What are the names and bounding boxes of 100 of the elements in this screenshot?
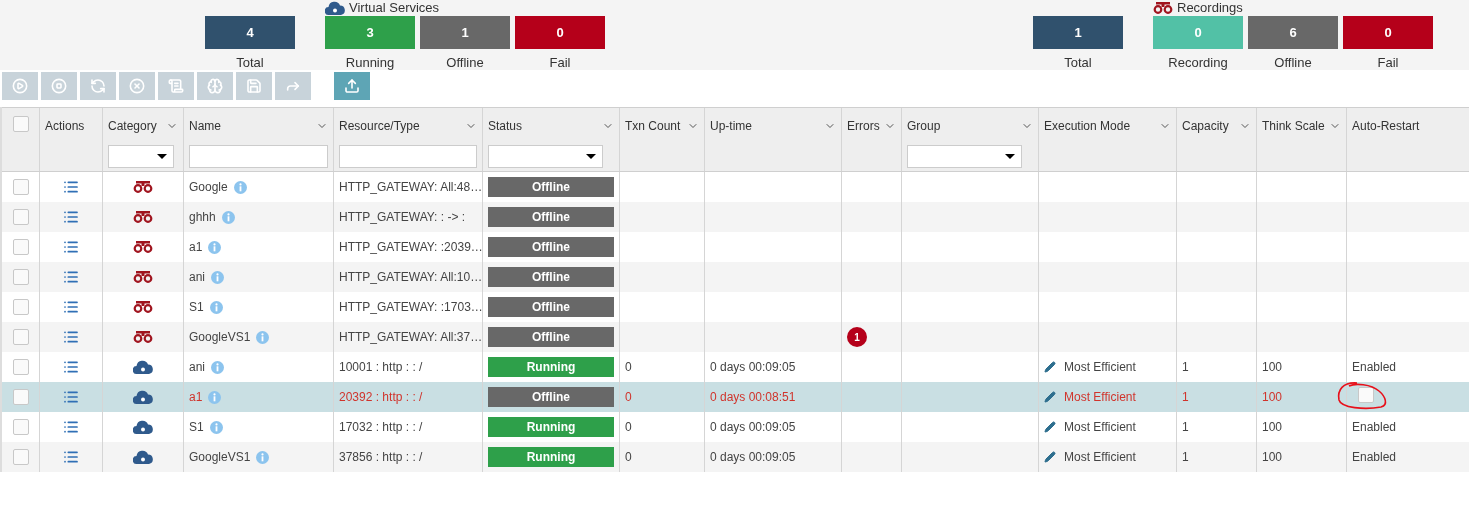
info-icon[interactable] bbox=[256, 330, 270, 344]
txn-count: 0 bbox=[625, 449, 632, 466]
column-header[interactable]: Up-time bbox=[710, 117, 752, 135]
count-tile: 6 bbox=[1248, 16, 1338, 49]
column-header[interactable]: Group bbox=[907, 117, 941, 135]
actions-list-icon[interactable] bbox=[63, 209, 79, 225]
service-name: GoogleVS1 bbox=[189, 449, 251, 466]
row-checkbox[interactable] bbox=[12, 299, 29, 315]
filter-dropdown[interactable] bbox=[108, 145, 174, 168]
auto-restart-text: Enabled bbox=[1352, 419, 1397, 436]
column-header[interactable]: Resource/Type bbox=[339, 117, 420, 135]
edit-icon[interactable] bbox=[1044, 451, 1056, 463]
row-checkbox[interactable] bbox=[12, 329, 29, 345]
auto-restart-checkbox[interactable] bbox=[1358, 386, 1374, 403]
row-checkbox[interactable] bbox=[12, 389, 29, 405]
filter-field[interactable] bbox=[189, 145, 328, 168]
service-name: Google bbox=[189, 179, 228, 196]
capacity-value: 1 bbox=[1182, 359, 1189, 376]
actions-list-icon[interactable] bbox=[63, 389, 79, 405]
edit-icon[interactable] bbox=[1044, 421, 1056, 433]
row-checkbox[interactable] bbox=[12, 359, 29, 375]
toolbar-button[interactable] bbox=[334, 72, 370, 100]
row-checkbox[interactable] bbox=[12, 239, 29, 255]
info-icon[interactable] bbox=[208, 390, 222, 404]
info-icon[interactable] bbox=[221, 210, 235, 224]
status-badge: Offline bbox=[488, 387, 614, 407]
service-name: S1 bbox=[189, 419, 204, 436]
info-icon[interactable] bbox=[211, 360, 224, 374]
refresh-icon bbox=[90, 78, 106, 94]
capacity-value: 1 bbox=[1182, 449, 1189, 466]
column-header[interactable]: Category bbox=[108, 117, 157, 135]
resource-text: HTTP_GATEWAY: : -> : bbox=[339, 209, 466, 226]
row-checkbox[interactable] bbox=[12, 449, 29, 465]
table-row[interactable]: ani HTTP_GATEWAY: All:10… Offline bbox=[2, 262, 1469, 292]
table-row[interactable]: GoogleVS1 37856 : http : : / Running 0 0 days 00:09:05 Most Efficient 1 100 Enabled bbox=[2, 442, 1469, 472]
table-row[interactable]: GoogleVS1 HTTP_GATEWAY: All:37… Offline 1 bbox=[2, 322, 1469, 352]
uptime-text: 0 days 00:09:05 bbox=[710, 419, 796, 436]
resource-text: HTTP_GATEWAY: :1703… bbox=[339, 299, 483, 316]
info-icon[interactable] bbox=[211, 270, 224, 284]
edit-icon[interactable] bbox=[1044, 361, 1056, 373]
error-count-badge[interactable]: 1 bbox=[847, 327, 867, 347]
count-tile: 3 bbox=[325, 16, 415, 49]
resource-text: 17032 : http : : / bbox=[339, 419, 423, 436]
status-badge: Offline bbox=[488, 177, 614, 197]
status-badge: Offline bbox=[488, 237, 614, 257]
filter-dropdown[interactable] bbox=[488, 145, 603, 168]
table-row[interactable]: a1 20392 : http : : / Offline 0 0 days 00:08:51 Most Efficient 1 100 bbox=[2, 382, 1469, 412]
think-scale-value: 100 bbox=[1262, 389, 1283, 406]
actions-list-icon[interactable] bbox=[63, 329, 79, 345]
row-checkbox[interactable] bbox=[12, 179, 29, 195]
info-icon[interactable] bbox=[209, 420, 223, 434]
column-header[interactable]: Auto-Restart bbox=[1352, 117, 1420, 135]
actions-list-icon[interactable] bbox=[63, 359, 79, 375]
resource-text: 20392 : http : : / bbox=[339, 389, 423, 406]
info-icon[interactable] bbox=[209, 300, 223, 314]
info-icon[interactable] bbox=[256, 450, 270, 464]
row-checkbox[interactable] bbox=[12, 209, 29, 225]
row-checkbox[interactable] bbox=[12, 419, 29, 435]
column-header[interactable]: Actions bbox=[45, 117, 85, 135]
capacity-value: 1 bbox=[1182, 389, 1189, 406]
actions-list-icon[interactable] bbox=[63, 449, 79, 465]
count-tile: 1 bbox=[1033, 16, 1123, 49]
edit-icon[interactable] bbox=[1044, 391, 1056, 403]
resource-text: HTTP_GATEWAY: All:37… bbox=[339, 329, 483, 346]
column-header[interactable]: Status bbox=[488, 117, 523, 135]
select-all-checkbox[interactable] bbox=[12, 116, 29, 132]
column-header[interactable]: Capacity bbox=[1182, 117, 1229, 135]
cloud-icon bbox=[133, 450, 153, 464]
column-header[interactable]: Errors bbox=[847, 117, 880, 135]
actions-list-icon[interactable] bbox=[63, 269, 79, 285]
column-header[interactable]: Txn Count bbox=[625, 117, 681, 135]
status-badge: Running bbox=[488, 357, 614, 377]
count-tile: 0 bbox=[1153, 16, 1243, 49]
row-checkbox[interactable] bbox=[12, 269, 29, 285]
actions-list-icon[interactable] bbox=[63, 179, 79, 195]
column-header[interactable]: Name bbox=[189, 117, 221, 135]
filter-field[interactable] bbox=[339, 145, 477, 168]
service-name: GoogleVS1 bbox=[189, 329, 251, 346]
service-name: ani bbox=[189, 269, 205, 286]
resource-text: HTTP_GATEWAY: :2039… bbox=[339, 239, 483, 256]
capacity-value: 1 bbox=[1182, 419, 1189, 436]
actions-list-icon[interactable] bbox=[63, 419, 79, 435]
cloud-icon bbox=[133, 360, 153, 374]
tile-label: Offline bbox=[1274, 54, 1312, 72]
status-badge: Offline bbox=[488, 297, 614, 317]
service-name: ghhh bbox=[189, 209, 216, 226]
uptime-text: 0 days 00:09:05 bbox=[710, 359, 796, 376]
column-header[interactable]: Execution Mode bbox=[1044, 117, 1131, 135]
info-icon[interactable] bbox=[208, 240, 222, 254]
recording-icon bbox=[133, 301, 153, 313]
table-row[interactable]: ghhh HTTP_GATEWAY: : -> : Offline bbox=[2, 202, 1469, 232]
status-badge: Running bbox=[488, 447, 614, 467]
actions-list-icon[interactable] bbox=[63, 299, 79, 315]
actions-list-icon[interactable] bbox=[63, 239, 79, 255]
filter-dropdown[interactable] bbox=[907, 145, 1022, 168]
save-icon bbox=[246, 78, 262, 94]
info-icon[interactable] bbox=[233, 180, 247, 194]
think-scale-value: 100 bbox=[1262, 449, 1283, 466]
column-header[interactable]: Think Scale bbox=[1262, 117, 1325, 135]
auto-restart-text: Enabled bbox=[1352, 449, 1397, 466]
